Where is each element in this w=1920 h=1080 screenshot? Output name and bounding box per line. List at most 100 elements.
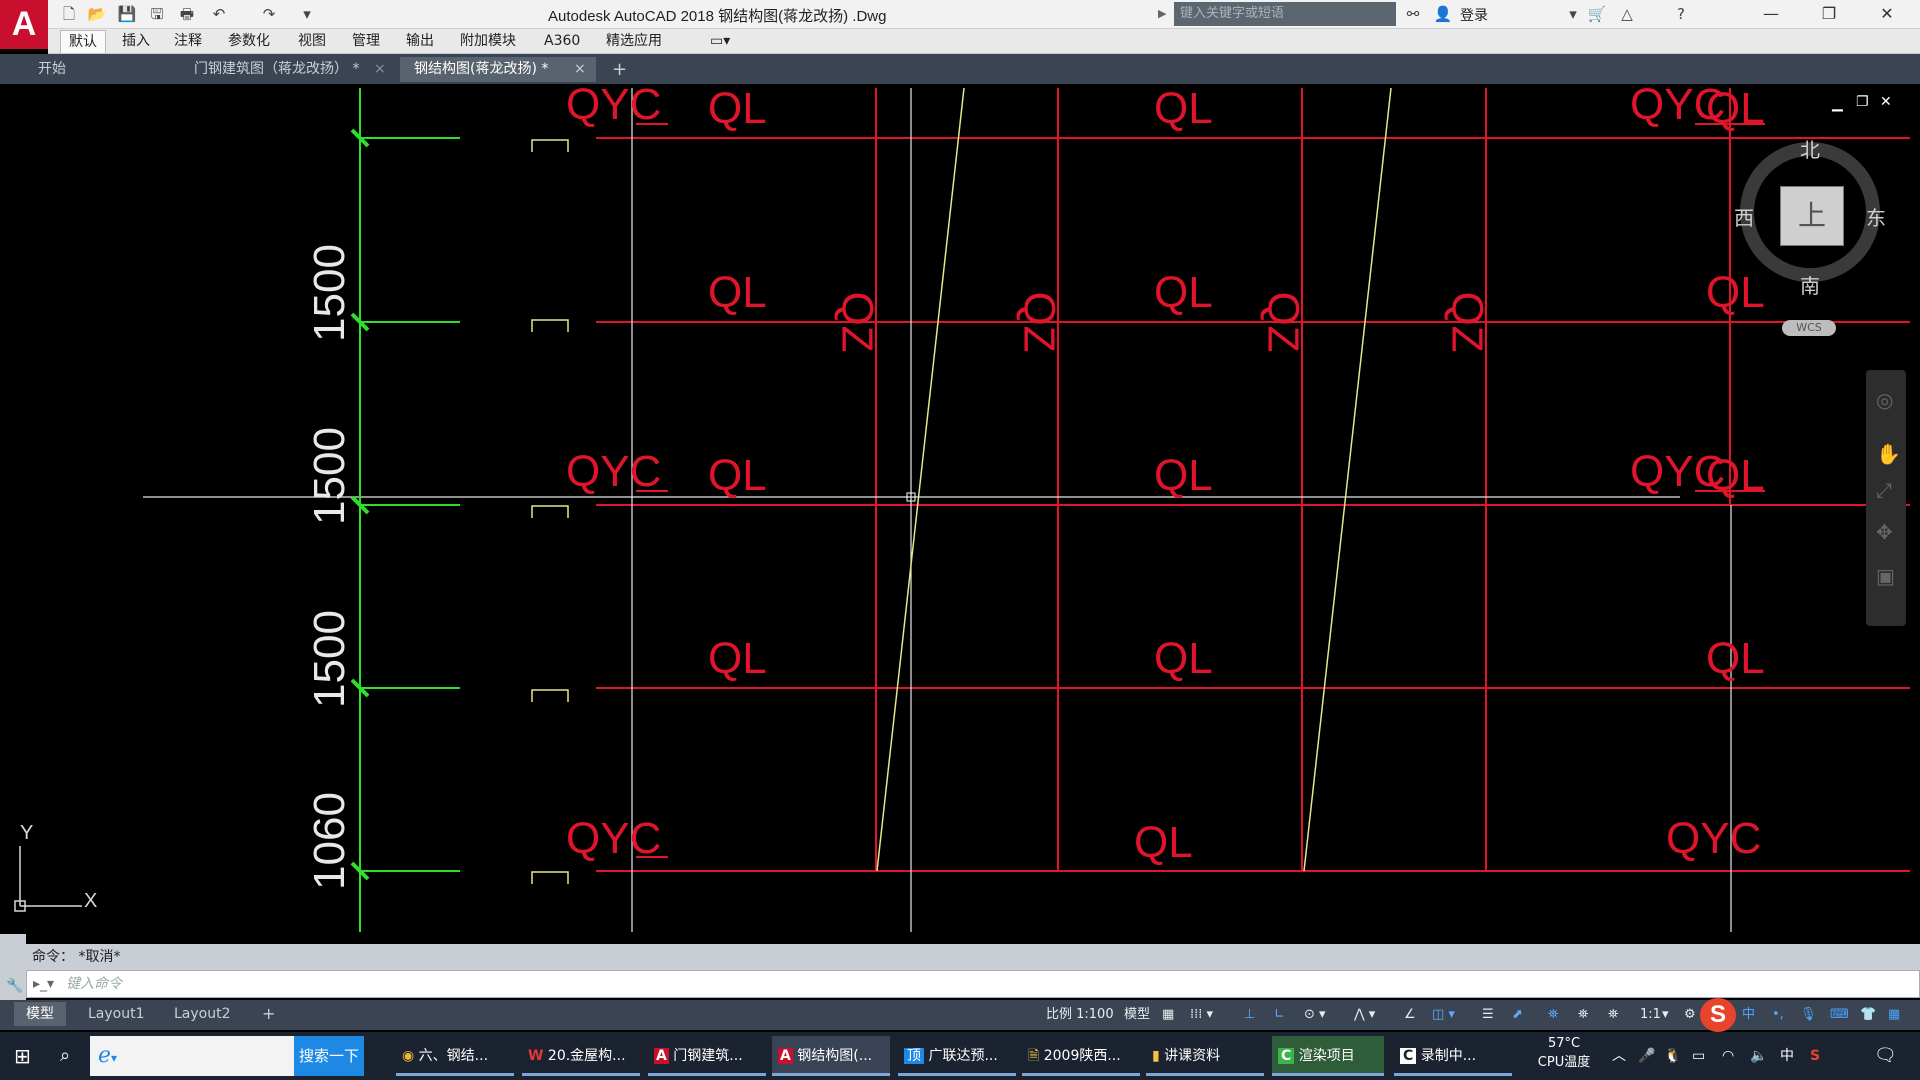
cart-icon[interactable]: 🛒 xyxy=(1586,4,1608,24)
tab-a360[interactable]: A360 xyxy=(536,30,588,52)
battery-icon[interactable]: ▭ xyxy=(1686,1036,1710,1076)
taskbar-item-recording[interactable]: C 录制中... xyxy=(1394,1036,1512,1076)
workspace-gear-icon[interactable]: ⚙ xyxy=(1684,1004,1696,1026)
sogou-tray-icon[interactable]: S xyxy=(1804,1036,1830,1076)
ime-keyboard-icon[interactable]: ⌨ xyxy=(1830,1004,1849,1026)
object-snap-icon[interactable]: ◫ ▾ xyxy=(1432,1004,1455,1026)
snap-icon[interactable]: ⁞⁞⁞ ▾ xyxy=(1190,1004,1213,1026)
tab-addins[interactable]: 附加模块 xyxy=(452,30,524,52)
command-input[interactable]: ▸_▾ 键入命令 xyxy=(26,970,1920,998)
taskbar-item-wps[interactable]: W 20.金屋构... xyxy=(522,1036,640,1076)
pan-icon[interactable]: ✋ xyxy=(1876,442,1901,466)
qq-tray-icon[interactable]: 🐧 xyxy=(1658,1036,1681,1076)
polar-tracking-icon[interactable]: ⊙ ▾ xyxy=(1304,1004,1326,1026)
taskbar-item-glodon[interactable]: 顶 广联达预... xyxy=(898,1036,1016,1076)
ribbon-toggle-icon[interactable]: ▭▾ xyxy=(702,30,738,52)
ime-microphone-icon[interactable]: 🎙 xyxy=(1800,1004,1817,1026)
customize-icon[interactable]: 🔧 xyxy=(6,978,23,994)
model-space-toggle[interactable]: 模型 xyxy=(1124,1004,1150,1026)
viewport-close-icon[interactable]: ✕ xyxy=(1880,94,1892,110)
doc-tab-close-icon[interactable]: × xyxy=(574,57,586,82)
doc-tab-steel-structure[interactable]: 钢结构图(蒋龙改扬) * xyxy=(400,57,596,82)
plot-icon[interactable]: 🖶 xyxy=(176,4,198,24)
windows-start-icon[interactable]: ⊞ xyxy=(8,1036,46,1076)
tab-annotate[interactable]: 注释 xyxy=(166,30,210,52)
quick-access-dropdown-icon[interactable]: ▾ xyxy=(296,4,318,24)
new-file-icon[interactable]: 🗋 xyxy=(58,4,80,24)
a360-icon[interactable]: △ xyxy=(1616,4,1638,24)
orbit-icon[interactable]: ✥ xyxy=(1876,520,1893,544)
open-file-icon[interactable]: 📂 xyxy=(86,4,108,24)
user-icon[interactable]: 👤 xyxy=(1432,4,1454,24)
tab-layout2[interactable]: Layout2 xyxy=(162,1002,243,1026)
transparency-icon[interactable]: ⬈ xyxy=(1512,1004,1523,1026)
taskbar-item-render[interactable]: C 渲染项目 xyxy=(1272,1036,1384,1076)
save-as-icon[interactable]: 🖫 xyxy=(146,4,168,24)
infer-constraints-icon[interactable]: ⊥ xyxy=(1244,1004,1255,1026)
ime-skin-icon[interactable]: 👕 xyxy=(1860,1004,1876,1026)
add-layout-icon[interactable]: + xyxy=(250,1002,287,1026)
application-menu-button[interactable]: A xyxy=(0,0,48,49)
undo-icon[interactable]: ↶ xyxy=(208,4,230,24)
new-tab-icon[interactable]: + xyxy=(612,57,627,82)
search-button[interactable]: 搜索一下 xyxy=(294,1036,364,1076)
viewcube-south[interactable]: 南 xyxy=(1800,270,1820,299)
ime-indicator[interactable]: 中 xyxy=(1774,1036,1798,1076)
sogou-ime-icon[interactable]: S xyxy=(1700,998,1736,1032)
tab-output[interactable]: 输出 xyxy=(398,30,442,52)
wifi-icon[interactable]: ◠ xyxy=(1716,1036,1740,1076)
tab-manage[interactable]: 管理 xyxy=(344,30,388,52)
close-icon[interactable]: ✕ xyxy=(1858,0,1916,28)
scale-indicator[interactable]: 比例 1:100 xyxy=(1046,1004,1114,1026)
tab-insert[interactable]: 插入 xyxy=(114,30,158,52)
tab-featured-apps[interactable]: 精选应用 xyxy=(598,30,670,52)
login-link[interactable]: 登录 xyxy=(1460,5,1488,25)
viewcube-top-face[interactable]: 上 xyxy=(1780,186,1844,246)
steering-wheel-icon[interactable]: ◎ xyxy=(1876,388,1893,412)
lineweight-icon[interactable]: ☰ xyxy=(1482,1004,1494,1026)
browser-search-box[interactable]: ℯ▾ xyxy=(90,1036,294,1076)
object-snap-tracking-icon[interactable]: ∠ xyxy=(1404,1004,1416,1026)
notification-icon[interactable]: 🗨 xyxy=(1868,1036,1902,1076)
doc-tab-start[interactable]: 开始 xyxy=(24,57,176,82)
binoculars-icon[interactable]: ⚯ xyxy=(1402,4,1424,24)
viewcube-north[interactable]: 北 xyxy=(1800,134,1820,163)
search-input[interactable]: 键入关键字或短语 xyxy=(1174,2,1396,26)
isodraft-icon[interactable]: ⋀ ▾ xyxy=(1354,1004,1375,1026)
ortho-icon[interactable]: ∟ xyxy=(1274,1004,1285,1026)
viewport-restore-icon[interactable]: ❐ xyxy=(1856,94,1869,110)
taskbar-item-autocad-steel[interactable]: A 钢结构图(... xyxy=(772,1036,890,1076)
redo-icon[interactable]: ↷ xyxy=(258,4,280,24)
auto-scale-icon[interactable]: ⛯ xyxy=(1578,1004,1588,1026)
help-icon[interactable]: ? xyxy=(1670,4,1692,24)
viewcube-east[interactable]: 东 xyxy=(1866,202,1886,231)
doc-tab-portal-frame[interactable]: 门钢建筑图（蒋龙改扬） * xyxy=(180,57,394,82)
annotation-scale-dropdown-icon[interactable]: ▾ xyxy=(1662,1004,1669,1026)
tab-layout1[interactable]: Layout1 xyxy=(76,1002,157,1026)
grid-icon[interactable]: ▦ xyxy=(1162,1004,1174,1026)
annotation-scale-icon[interactable]: ⛯ xyxy=(1608,1004,1618,1026)
tab-view[interactable]: 视图 xyxy=(290,30,334,52)
tab-model[interactable]: 模型 xyxy=(14,1002,66,1026)
taskbar-item-folder[interactable]: ▮ 讲课资料 xyxy=(1146,1036,1264,1076)
minimize-icon[interactable]: — xyxy=(1742,0,1800,28)
viewport-minimize-icon[interactable]: ▁ xyxy=(1832,96,1843,112)
showmotion-icon[interactable]: ▣ xyxy=(1876,564,1895,588)
restore-icon[interactable]: ❐ xyxy=(1800,0,1858,28)
search-expand-icon[interactable]: ▶ xyxy=(1158,4,1172,24)
taskbar-item-autocad-portal[interactable]: A 门钢建筑... xyxy=(648,1036,766,1076)
ime-punctuation-icon[interactable]: •, xyxy=(1772,1004,1784,1026)
wcs-menu-button[interactable]: WCS xyxy=(1782,320,1836,336)
ime-toolbox-icon[interactable]: ▦ xyxy=(1888,1004,1900,1026)
tab-default[interactable]: 默认 xyxy=(60,30,106,53)
save-icon[interactable]: 💾 xyxy=(116,4,138,24)
annotation-visibility-icon[interactable]: ⛯ xyxy=(1548,1004,1558,1026)
login-dropdown-icon[interactable]: ▾ xyxy=(1562,4,1584,24)
zoom-extents-icon[interactable]: ⤢ xyxy=(1876,478,1892,502)
taskbar-item-chrome[interactable]: ◉ 六、钢结... xyxy=(396,1036,514,1076)
microphone-tray-icon[interactable]: 🎤 xyxy=(1632,1036,1655,1076)
viewcube-west[interactable]: 西 xyxy=(1734,202,1754,231)
search-icon[interactable]: ⌕ xyxy=(54,1036,84,1076)
taskbar-item-document[interactable]: 🗎 2009陕西... xyxy=(1022,1036,1140,1076)
annotation-scale-value[interactable]: 1:1 xyxy=(1640,1004,1661,1026)
